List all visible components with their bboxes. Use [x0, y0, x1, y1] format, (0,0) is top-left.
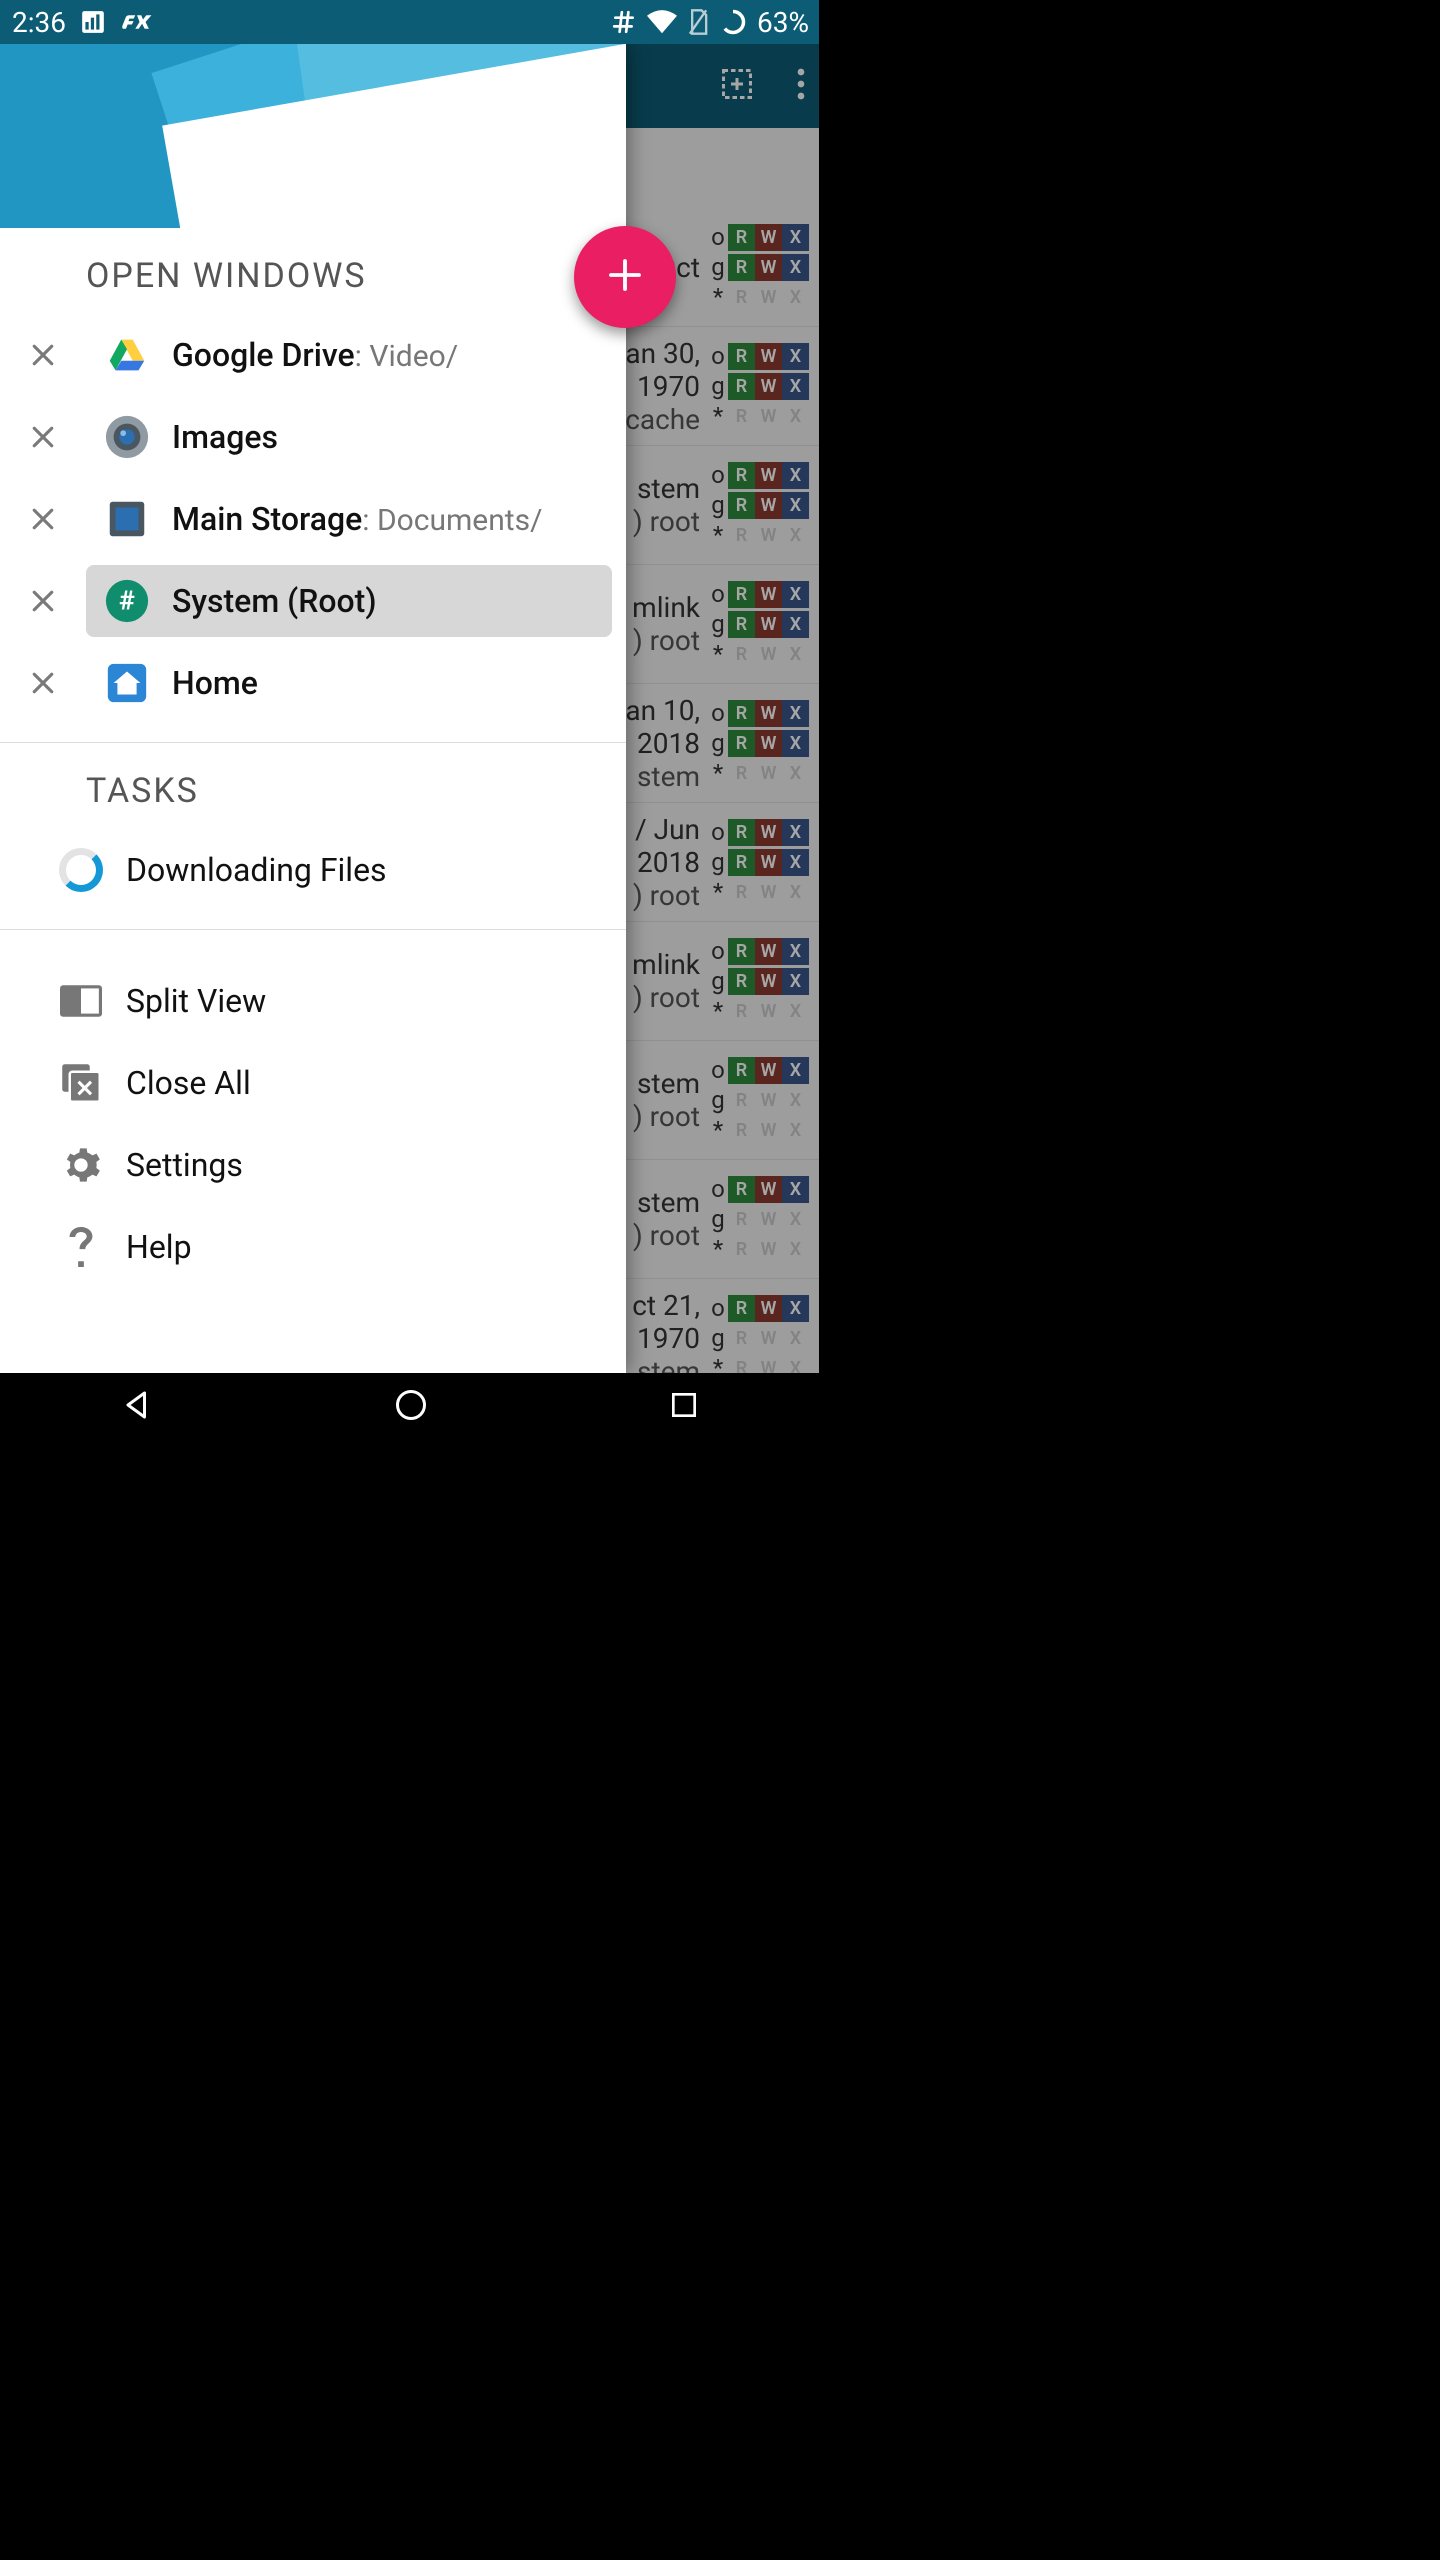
tasks-heading: TASKS	[0, 743, 626, 829]
status-bar: 2:36 63%	[0, 0, 819, 44]
open-window-item[interactable]: Images	[86, 401, 612, 473]
hash-icon	[611, 9, 637, 35]
home-button[interactable]	[393, 1387, 429, 1427]
new-window-fab[interactable]	[574, 226, 676, 328]
window-title: Main Storage: Documents/	[172, 500, 542, 538]
open-window-item[interactable]: Google Drive: Video/	[86, 319, 612, 391]
wifi-icon	[647, 9, 677, 35]
close-window-button[interactable]	[0, 668, 86, 698]
images-icon	[104, 414, 150, 460]
help-menu-item[interactable]: Help	[0, 1206, 626, 1288]
fx-logo-icon	[482, 156, 602, 228]
window-title: Home	[172, 664, 258, 702]
split-view-icon	[58, 978, 104, 1024]
no-sim-icon	[687, 8, 709, 36]
window-title: Google Drive: Video/	[172, 336, 458, 374]
menu-label: Settings	[126, 1146, 243, 1184]
progress-spinner-icon	[58, 847, 104, 893]
drawer-header	[0, 44, 626, 228]
settings-menu-item[interactable]: Settings	[0, 1124, 626, 1206]
open-window-item[interactable]: Main Storage: Documents/	[86, 483, 612, 555]
battery-percent: 63%	[757, 6, 809, 39]
window-title: Images	[172, 418, 278, 456]
task-label: Downloading Files	[126, 851, 387, 889]
close-window-button[interactable]	[0, 504, 86, 534]
open-window-item[interactable]: # System (Root)	[86, 565, 612, 637]
root-icon: #	[104, 578, 150, 624]
open-windows-heading: OPEN WINDOWS	[0, 228, 626, 314]
question-icon	[58, 1224, 104, 1270]
recents-button[interactable]	[668, 1389, 700, 1425]
close-all-icon	[58, 1060, 104, 1106]
system-nav-bar	[0, 1373, 819, 1440]
menu-label: Close All	[126, 1064, 251, 1102]
home-icon	[104, 660, 150, 706]
split-view-menu-item[interactable]: Split View	[0, 960, 626, 1042]
close-window-button[interactable]	[0, 586, 86, 616]
battery-circle-icon	[719, 8, 747, 36]
close-window-button[interactable]	[0, 422, 86, 452]
menu-label: Split View	[126, 982, 266, 1020]
gdrive-icon	[104, 332, 150, 378]
task-item[interactable]: Downloading Files	[0, 829, 626, 911]
navigation-drawer: OPEN WINDOWS Google Drive: Video/Images M…	[0, 44, 626, 1373]
close-all-menu-item[interactable]: Close All	[0, 1042, 626, 1124]
back-button[interactable]	[119, 1387, 155, 1427]
fx-app-icon	[120, 9, 154, 35]
svg-text:#: #	[119, 585, 135, 617]
close-window-button[interactable]	[0, 340, 86, 370]
open-window-item[interactable]: Home	[86, 647, 612, 719]
plus-icon	[604, 254, 646, 300]
gear-icon	[58, 1142, 104, 1188]
menu-label: Help	[126, 1228, 192, 1266]
chart-icon	[80, 9, 106, 35]
window-title: System (Root)	[172, 582, 377, 620]
status-time: 2:36	[12, 6, 66, 39]
storage-icon	[104, 496, 150, 542]
